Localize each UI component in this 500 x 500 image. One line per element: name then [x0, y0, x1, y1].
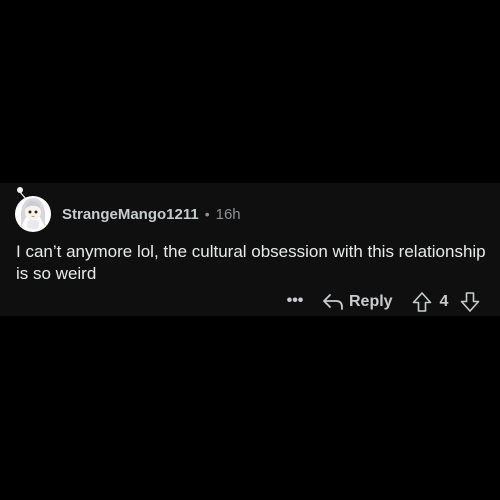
more-options-button[interactable]: ••• [284, 292, 306, 312]
upvote-arrow-icon [412, 292, 432, 312]
avatar[interactable] [14, 187, 52, 233]
reply-button[interactable]: Reply [322, 290, 393, 314]
vote-count: 4 [439, 293, 449, 310]
downvote-button[interactable] [459, 291, 481, 313]
username[interactable]: StrangeMango1211 [62, 206, 199, 223]
reply-label: Reply [349, 293, 393, 310]
reply-arrow-icon [323, 294, 343, 310]
upvote-button[interactable] [411, 291, 433, 313]
separator-dot: • [204, 206, 210, 222]
comment-header: StrangeMango1211 • 16h [62, 204, 241, 224]
comment-body: I can’t anymore lol, the cultural obsess… [16, 242, 486, 283]
downvote-arrow-icon [460, 292, 480, 312]
snoo-avatar-icon [15, 187, 51, 232]
timestamp: 16h [215, 205, 241, 223]
comment-actions: ••• Reply 4 [0, 289, 500, 315]
